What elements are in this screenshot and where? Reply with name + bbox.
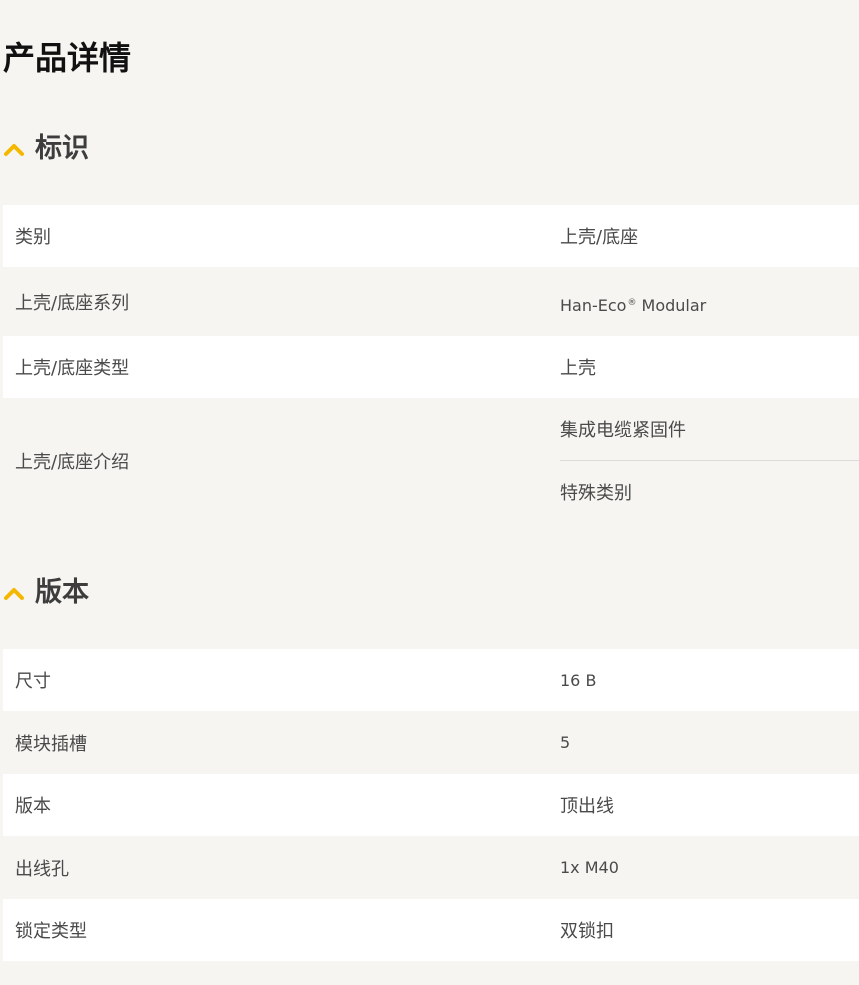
row-key: 版本 (15, 796, 51, 817)
row-key: 模块插槽 (15, 733, 87, 755)
row-key: 上壳/底座类型 (15, 358, 130, 379)
row-key: 上壳/底座系列 (15, 292, 130, 314)
table-row: 类别 上壳/底座 (3, 205, 859, 267)
identification-table: 类别 上壳/底座 上壳/底座系列 Han-Eco® Modular 上壳/底座类… (3, 205, 859, 523)
row-key: 出线孔 (15, 858, 69, 880)
table-row: 版本 顶出线 (3, 774, 859, 836)
version-table: 尺寸 16 B 模块插槽 5 版本 顶出线 出线孔 1x M40 锁定类型 双锁… (3, 649, 859, 961)
row-values: 集成电缆紧固件 特殊类别 (547, 398, 859, 523)
page-title: 产品详情 (3, 39, 132, 77)
row-key: 上壳/底座介绍 (15, 451, 130, 473)
section-title: 标识 (35, 133, 89, 164)
table-row: 上壳/底座类型 上壳 (3, 336, 859, 398)
section-header-version[interactable]: 版本 (3, 575, 89, 611)
row-value: 1x M40 (560, 858, 619, 877)
row-value: 5 (560, 733, 571, 752)
row-key: 类别 (15, 227, 51, 248)
chevron-up-icon (4, 144, 24, 156)
row-value: 上壳 (560, 358, 596, 379)
row-value: Han-Eco® Modular (547, 267, 859, 336)
series-suffix: Modular (636, 296, 707, 315)
row-value: 16 B (560, 670, 597, 690)
row-value: 双锁扣 (560, 921, 614, 942)
row-key: 尺寸 (15, 671, 51, 692)
row-value: 顶出线 (560, 796, 614, 817)
table-row: 模块插槽 5 (3, 711, 859, 774)
table-row: 上壳/底座介绍 集成电缆紧固件 特殊类别 (3, 398, 859, 523)
row-value: 集成电缆紧固件 (560, 420, 686, 441)
section-header-identification[interactable]: 标识 (3, 131, 89, 167)
chevron-up-icon (4, 588, 24, 600)
row-value: 特殊类别 (560, 460, 859, 523)
table-row: 锁定类型 双锁扣 (3, 899, 859, 961)
page: 产品详情 标识 类别 上壳/底座 上壳/底座系列 Han-Eco® Modula… (0, 0, 859, 985)
table-row: 出线孔 1x M40 (3, 836, 859, 899)
series-name: Han-Eco (560, 296, 627, 315)
section-title: 版本 (35, 577, 89, 608)
table-row: 尺寸 16 B (3, 649, 859, 711)
row-value: 上壳/底座 (560, 227, 639, 248)
row-key: 锁定类型 (15, 921, 87, 942)
table-row: 上壳/底座系列 Han-Eco® Modular (3, 267, 859, 336)
